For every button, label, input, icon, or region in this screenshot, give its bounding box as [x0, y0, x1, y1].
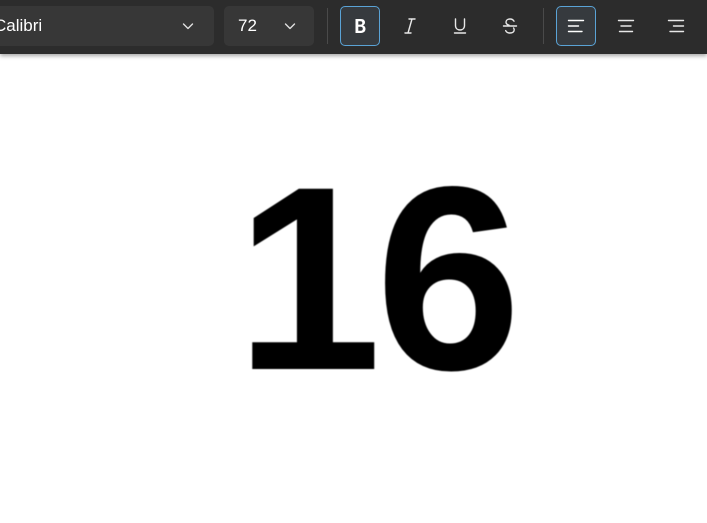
- underline-icon: [450, 16, 470, 36]
- align-right-icon: [666, 16, 686, 36]
- align-right-button[interactable]: [656, 6, 696, 46]
- align-left-icon: [566, 16, 586, 36]
- align-left-button[interactable]: [556, 6, 596, 46]
- bold-icon: [350, 16, 370, 36]
- toolbar-divider: [327, 8, 328, 44]
- italic-button[interactable]: [390, 6, 430, 46]
- font-family-value: Calibri: [0, 16, 43, 35]
- bold-button[interactable]: [340, 6, 380, 46]
- font-family-dropdown[interactable]: Calibri: [0, 6, 214, 46]
- chevron-down-icon: [181, 19, 195, 33]
- align-center-icon: [616, 16, 636, 36]
- toolbar-divider: [543, 8, 544, 44]
- underline-button[interactable]: [440, 6, 480, 46]
- strikethrough-icon: [500, 16, 520, 36]
- font-size-dropdown[interactable]: 72: [224, 6, 314, 46]
- document-text[interactable]: 16: [0, 148, 707, 410]
- document-canvas[interactable]: 16: [0, 54, 707, 523]
- italic-icon: [400, 16, 420, 36]
- formatting-toolbar: Calibri 72: [0, 0, 707, 54]
- strikethrough-button[interactable]: [490, 6, 530, 46]
- align-center-button[interactable]: [606, 6, 646, 46]
- chevron-down-icon: [283, 19, 297, 33]
- font-size-value: 72: [238, 16, 257, 35]
